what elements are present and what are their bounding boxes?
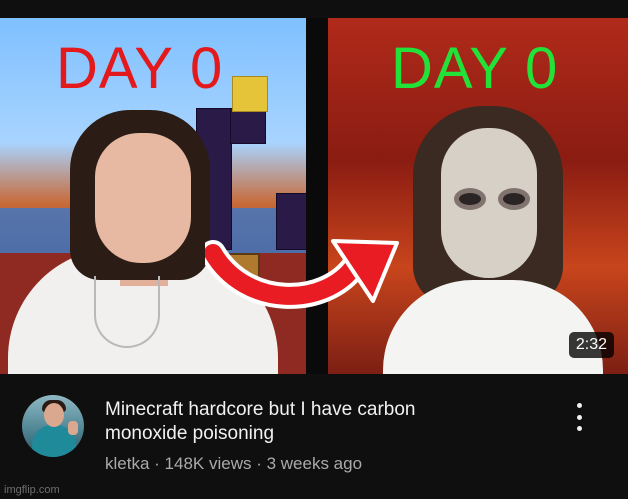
obsidian-portal-top [230, 108, 266, 144]
video-title[interactable]: Minecraft hardcore but I have carbon mon… [105, 398, 545, 446]
duration-badge: 2:32 [568, 332, 614, 358]
separator-2: · [251, 454, 267, 473]
day-label-left: DAY 0 [56, 36, 224, 101]
video-meta: Minecraft hardcore but I have carbon mon… [0, 374, 628, 499]
video-thumbnail[interactable]: DAY 0 DAY 0 2:32 [0, 18, 628, 374]
channel-avatar[interactable] [22, 395, 84, 457]
channel-name[interactable]: kletka [105, 454, 149, 473]
video-title-line2: monoxide poisoning [105, 423, 275, 444]
gold-block [232, 76, 268, 112]
video-subline: kletka · 148K views · 3 weeks ago [105, 454, 362, 474]
red-arrow-icon [205, 239, 399, 309]
separator-1: · [149, 454, 165, 473]
vertical-ellipsis-icon[interactable] [566, 400, 592, 434]
imgflip-watermark: imgflip.com [4, 484, 60, 496]
video-title-line1: Minecraft hardcore but I have carbon [105, 399, 416, 420]
view-count: 148K views [164, 454, 252, 473]
upload-age: 3 weeks ago [266, 454, 363, 473]
top-bar [0, 0, 628, 18]
day-label-right: DAY 0 [391, 36, 559, 101]
